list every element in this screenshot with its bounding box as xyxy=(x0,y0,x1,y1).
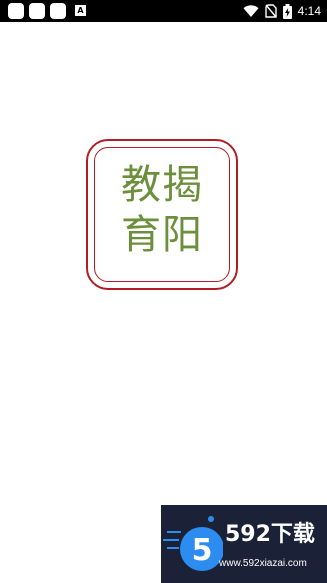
watermark-brand: 592下载 xyxy=(225,522,315,547)
watermark-banner: 5 592下载 www.592xiazai.com xyxy=(161,505,327,583)
notification-square-icon xyxy=(8,3,24,19)
status-bar: A 4:14 xyxy=(0,0,327,22)
notification-square-icon xyxy=(29,3,45,19)
battery-charging-icon xyxy=(282,3,292,19)
app-logo: 教揭 育阳 xyxy=(94,160,230,260)
svg-text:5: 5 xyxy=(192,533,213,568)
notification-icons: A xyxy=(8,3,86,19)
watermark-5-icon: 5 xyxy=(163,516,223,571)
no-sim-icon xyxy=(264,4,277,18)
system-icons: 4:14 xyxy=(243,2,321,20)
logo-text-line1: 教揭 xyxy=(121,162,203,208)
logo-text-line2: 育阳 xyxy=(121,212,203,258)
clock-time: 4:14 xyxy=(297,4,321,18)
a-badge-icon: A xyxy=(75,5,86,16)
watermark-url: www.592xiazai.com xyxy=(219,558,307,569)
wifi-icon xyxy=(243,4,259,17)
notification-square-icon xyxy=(50,3,66,19)
